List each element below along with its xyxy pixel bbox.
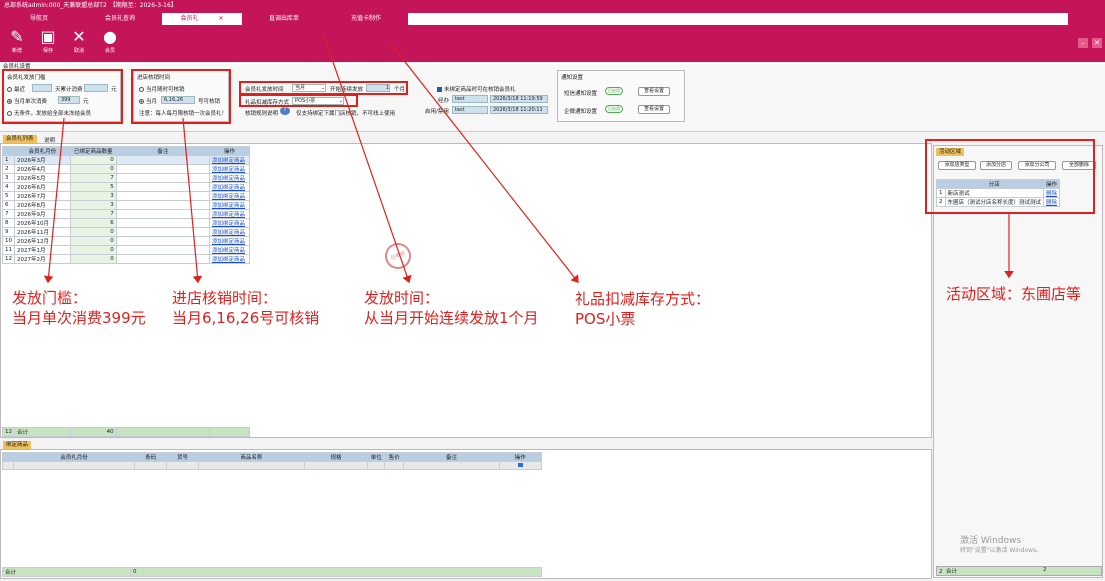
annotation-stock: 礼品扣减库存方式： POS小票	[575, 290, 711, 328]
annotation-redeem: 进店核销时间： 当月6,16,26号可核销	[172, 289, 320, 327]
arrow-threshold	[43, 117, 65, 284]
annotation-arrows	[43, 32, 1014, 284]
arrow-stock	[390, 43, 579, 283]
arrow-issue	[322, 32, 412, 284]
arrow-redeem	[182, 117, 203, 284]
annotation-region: 活动区域：东圃店等	[946, 285, 1082, 303]
annotation-issue: 发放时间： 从当月开始连续发放1个月	[364, 289, 539, 327]
annotation-threshold: 发放门槛： 当月单次消费399元	[12, 289, 146, 327]
